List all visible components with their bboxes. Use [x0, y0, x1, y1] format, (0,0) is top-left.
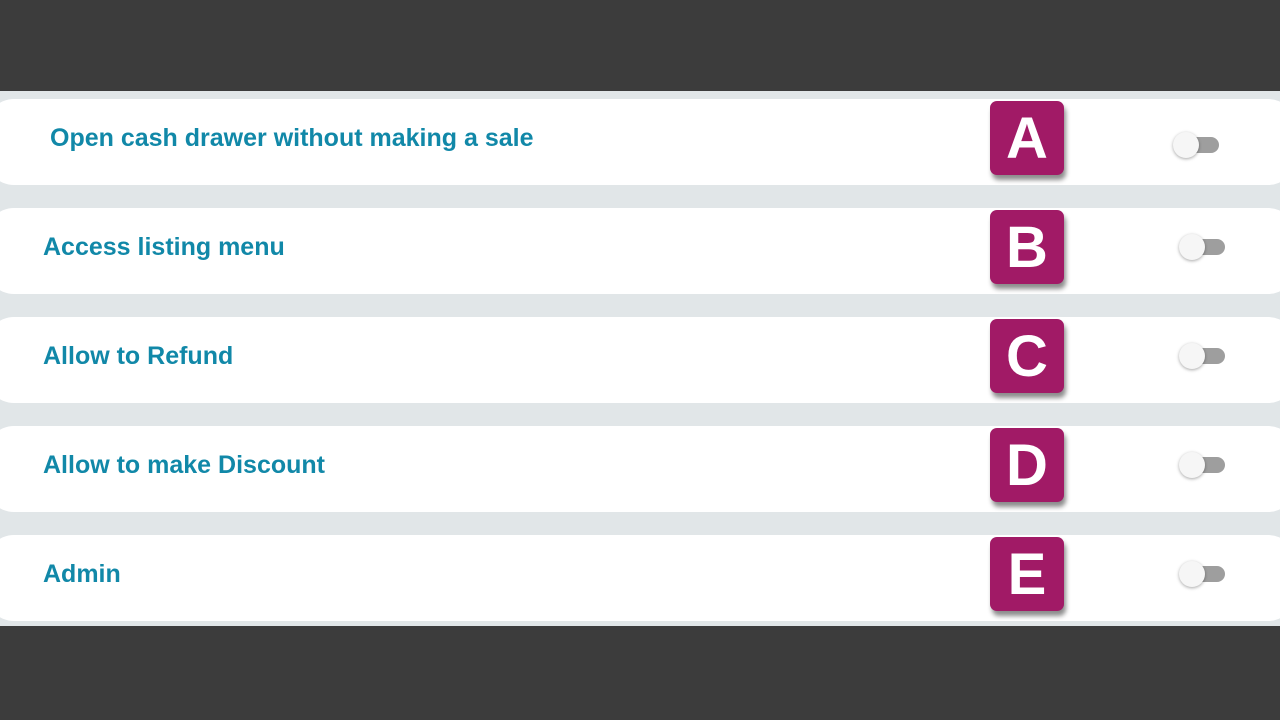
admin-toggle[interactable] — [1179, 561, 1225, 587]
permission-label: Admin — [43, 560, 121, 588]
permission-row-allow-refund: Allow to Refund C — [0, 317, 1280, 403]
callout-badge-c: C — [990, 319, 1064, 393]
access-listing-menu-toggle[interactable] — [1179, 234, 1225, 260]
permission-label: Allow to make Discount — [43, 451, 325, 479]
permission-label: Allow to Refund — [43, 342, 234, 370]
permissions-list: Open cash drawer without making a sale A… — [0, 91, 1280, 626]
allow-discount-toggle[interactable] — [1179, 452, 1225, 478]
open-cash-drawer-toggle[interactable] — [1173, 132, 1219, 158]
allow-refund-toggle[interactable] — [1179, 343, 1225, 369]
switch-thumb — [1179, 234, 1205, 260]
callout-badge-e: E — [990, 537, 1064, 611]
permission-label: Open cash drawer without making a sale — [50, 124, 534, 152]
callout-badge-a: A — [990, 101, 1064, 175]
switch-thumb — [1179, 452, 1205, 478]
permission-row-access-listing-menu: Access listing menu B — [0, 208, 1280, 294]
switch-thumb — [1179, 561, 1205, 587]
permission-row-admin: Admin E — [0, 535, 1280, 621]
callout-badge-b: B — [990, 210, 1064, 284]
switch-thumb — [1179, 343, 1205, 369]
permission-row-allow-discount: Allow to make Discount D — [0, 426, 1280, 512]
switch-thumb — [1173, 132, 1199, 158]
permission-label: Access listing menu — [43, 233, 285, 261]
permission-row-open-cash-drawer: Open cash drawer without making a sale A — [0, 99, 1280, 185]
callout-badge-d: D — [990, 428, 1064, 502]
